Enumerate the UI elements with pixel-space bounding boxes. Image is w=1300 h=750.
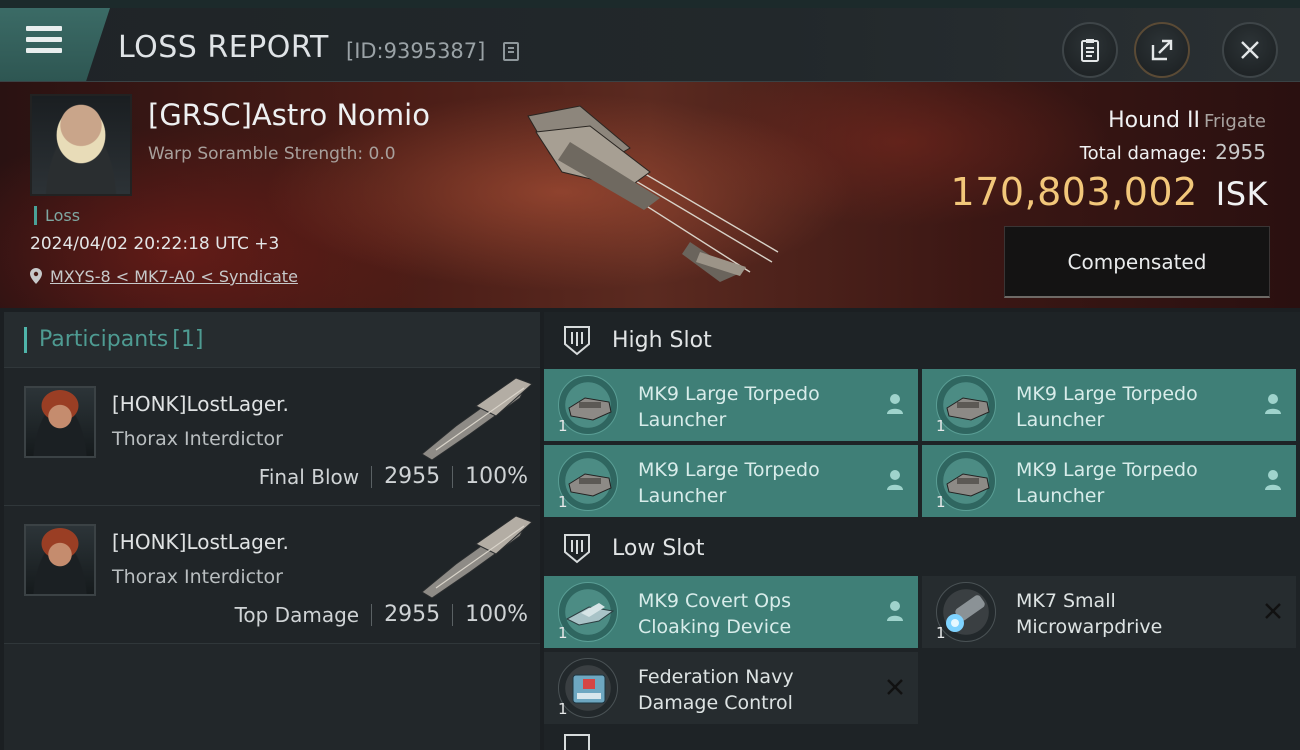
- header-accent: [24, 326, 27, 353]
- module-quantity: 1: [558, 700, 568, 718]
- close-icon: [1241, 41, 1259, 59]
- module-quantity: 1: [936, 493, 946, 511]
- participant-damage-percent: 100%: [465, 464, 528, 489]
- ship-name[interactable]: Hound II Frigate: [1108, 108, 1266, 133]
- report-id: [ID:9395387]: [346, 39, 486, 63]
- share-icon: [1151, 39, 1173, 61]
- hamburger-icon: [26, 26, 62, 56]
- participant-row[interactable]: [HONK]LostLager. Thorax Interdictor Fina…: [4, 368, 540, 506]
- location-pin-icon: [30, 268, 42, 284]
- clipboard-icon: [1081, 39, 1099, 62]
- module-quantity: 1: [558, 493, 568, 511]
- top-bar: LOSS REPORT [ID:9395387]: [0, 0, 1300, 82]
- participant-avatar[interactable]: [24, 524, 96, 596]
- ship-type: Hound II: [1108, 108, 1200, 133]
- low-slot-header: Low Slot: [544, 520, 1300, 576]
- clipboard-button[interactable]: [1062, 22, 1118, 78]
- participant-damage: 2955: [384, 602, 441, 627]
- module-name: MK9 Large Torpedo Launcher: [638, 459, 820, 507]
- mid-slot-header: [544, 732, 1300, 750]
- module-name: MK9 Large Torpedo Launcher: [1016, 459, 1198, 507]
- top-damage-tag: Top Damage: [234, 602, 360, 627]
- participant-ship: Thorax Interdictor: [112, 428, 283, 450]
- location-link[interactable]: MXYS-8 < MK7-A0 < Syndicate: [30, 267, 298, 286]
- ship-image[interactable]: [510, 102, 790, 287]
- destroyed-x-icon: [1265, 603, 1281, 619]
- participants-label: Participants: [39, 327, 169, 352]
- participant-avatar[interactable]: [24, 386, 96, 458]
- participant-name: [HONK]LostLager.: [112, 392, 289, 416]
- separator: [452, 603, 454, 626]
- share-button[interactable]: [1134, 22, 1190, 78]
- destroyed-x-icon: [887, 679, 903, 695]
- loss-datetime: 2024/04/02 20:22:18 UTC +3: [30, 234, 280, 254]
- module-name: MK7 Small Microwarpdrive: [1016, 590, 1163, 638]
- loss-badge: Loss: [34, 206, 80, 225]
- person-icon: [887, 470, 903, 490]
- loss-summary: [GRSC]Astro Nomio Warp Soramble Strength…: [0, 82, 1300, 308]
- low-slot-label: Low Slot: [612, 535, 705, 561]
- total-damage: Total damage: 2955: [1080, 140, 1266, 164]
- module-name: MK9 Large Torpedo Launcher: [638, 383, 820, 431]
- participant-damage-percent: 100%: [465, 602, 528, 627]
- module-item[interactable]: 1 MK7 Small Microwarpdrive: [922, 576, 1296, 648]
- separator: [371, 603, 373, 626]
- person-icon: [1265, 470, 1281, 490]
- victim-portrait[interactable]: [30, 94, 132, 196]
- separator: [452, 465, 454, 488]
- module-name: MK9 Large Torpedo Launcher: [1016, 383, 1198, 431]
- warp-scramble-strength: Warp Soramble Strength: 0.0: [148, 144, 396, 164]
- participant-ship-image: [421, 377, 533, 460]
- module-item[interactable]: 1 MK9 Large Torpedo Launcher: [922, 369, 1296, 441]
- copy-icon[interactable]: [503, 42, 519, 61]
- isk-unit: ISK: [1215, 175, 1268, 213]
- separator: [371, 465, 373, 488]
- module-quantity: 1: [558, 624, 568, 642]
- total-damage-value: 2955: [1215, 140, 1266, 164]
- participant-ship: Thorax Interdictor: [112, 566, 283, 588]
- person-icon: [1265, 394, 1281, 414]
- menu-button[interactable]: [0, 8, 110, 82]
- mid-slot-icon: [564, 734, 590, 750]
- participants-header: Participants [1]: [4, 312, 540, 368]
- participant-name: [HONK]LostLager.: [112, 530, 289, 554]
- high-slot-header: High Slot: [544, 312, 1300, 368]
- module-item[interactable]: 1 MK9 Large Torpedo Launcher: [544, 369, 918, 441]
- person-icon: [887, 601, 903, 621]
- module-item[interactable]: 1 MK9 Large Torpedo Launcher: [922, 445, 1296, 517]
- low-slot-icon: [564, 534, 590, 564]
- ship-class: Frigate: [1203, 111, 1266, 132]
- module-item[interactable]: 1 MK9 Large Torpedo Launcher: [544, 445, 918, 517]
- close-button[interactable]: [1222, 22, 1278, 78]
- module-name: Federation Navy Damage Control: [638, 666, 794, 714]
- final-blow-tag: Final Blow: [258, 464, 360, 489]
- isk-value: 170,803,002 ISK: [951, 170, 1268, 214]
- participant-stats: Final Blow 2955 100%: [259, 464, 528, 489]
- participants-panel: Participants [1] [HONK]LostLager. Thorax…: [4, 312, 540, 750]
- module-quantity: 1: [936, 624, 946, 642]
- participant-damage: 2955: [384, 464, 441, 489]
- module-name: MK9 Covert Ops Cloaking Device: [638, 590, 792, 638]
- participant-row[interactable]: [HONK]LostLager. Thorax Interdictor Top …: [4, 506, 540, 644]
- person-icon: [887, 394, 903, 414]
- participant-ship-image: [421, 515, 533, 598]
- page-title: LOSS REPORT: [118, 30, 329, 65]
- compensated-button[interactable]: Compensated: [1004, 226, 1270, 298]
- high-slot-label: High Slot: [612, 327, 712, 353]
- participant-stats: Top Damage 2955 100%: [235, 602, 528, 627]
- high-slot-icon: [564, 326, 590, 356]
- victim-name[interactable]: [GRSC]Astro Nomio: [148, 98, 430, 132]
- module-item[interactable]: 1 MK9 Covert Ops Cloaking Device: [544, 576, 918, 648]
- participants-count: [1]: [172, 327, 204, 352]
- module-item[interactable]: 1 Federation Navy Damage Control: [544, 652, 918, 724]
- module-quantity: 1: [558, 417, 568, 435]
- location-text: MXYS-8 < MK7-A0 < Syndicate: [50, 267, 298, 286]
- isk-amount: 170,803,002: [950, 170, 1198, 214]
- total-damage-label: Total damage:: [1079, 143, 1208, 164]
- fitting-panel: High Slot 1 MK9 Large Torpedo Launcher 1…: [544, 312, 1300, 750]
- module-quantity: 1: [936, 417, 946, 435]
